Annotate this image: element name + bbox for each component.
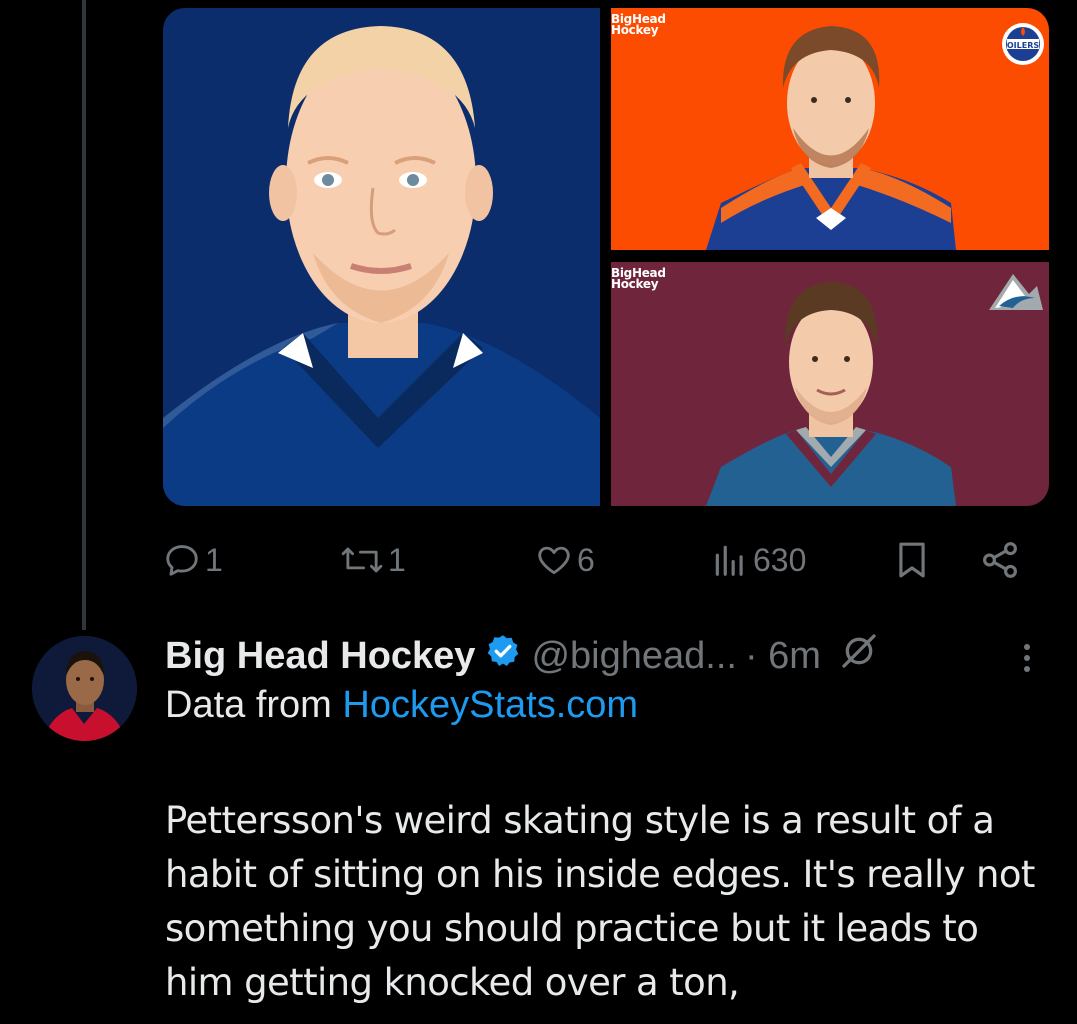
avalanche-logo-icon — [985, 268, 1045, 320]
repost-button[interactable]: 1 — [340, 532, 406, 588]
repost-count: 1 — [388, 541, 406, 578]
author-name[interactable]: Big Head Hockey — [165, 635, 475, 678]
more-options-button[interactable] — [1012, 636, 1042, 680]
bookmark-icon — [893, 539, 931, 581]
hockeystats-link[interactable]: HockeyStats.com — [342, 684, 638, 726]
like-count: 6 — [577, 541, 595, 578]
svg-text:OILERS: OILERS — [1007, 41, 1040, 50]
bighead-hockey-watermark: BigHead Hockey — [611, 12, 666, 37]
tweet-action-bar: 1 1 6 630 — [163, 532, 1033, 588]
media-image-left[interactable] — [163, 8, 600, 506]
views-icon — [711, 541, 749, 579]
media-image-top-right[interactable]: BigHead Hockey OILERS — [611, 8, 1049, 250]
tweet-body: Pettersson's weird skating style is a re… — [165, 799, 1035, 1004]
subline-prefix: Data from — [165, 684, 343, 726]
more-dot-icon — [1024, 644, 1030, 650]
repost-icon — [340, 541, 384, 579]
oilers-logo-icon: OILERS — [1001, 14, 1045, 70]
reply-count: 1 — [205, 541, 223, 578]
media-grid[interactable]: BigHead Hockey OILERS BigHead Hockey — [163, 8, 1049, 506]
heart-icon — [535, 541, 573, 579]
bighead-hockey-watermark: BigHead Hockey — [611, 266, 666, 291]
share-icon — [979, 539, 1021, 581]
views-count: 630 — [753, 541, 807, 578]
tweet-subline: Data from HockeyStats.com — [165, 684, 638, 727]
views-button[interactable]: 630 — [711, 532, 806, 588]
thread-connector-line — [82, 0, 86, 630]
share-button[interactable] — [979, 532, 1021, 588]
reply-icon — [163, 541, 201, 579]
like-button[interactable]: 6 — [535, 532, 595, 588]
tweet-header: Big Head Hockey @bighead... · 6m — [165, 628, 879, 684]
tweet-timestamp[interactable]: · 6m — [745, 635, 821, 678]
verified-badge-icon[interactable] — [485, 633, 521, 679]
author-handle[interactable]: @bighead... — [531, 635, 737, 678]
media-image-bottom-right[interactable]: BigHead Hockey — [611, 262, 1049, 506]
reply-button[interactable]: 1 — [163, 532, 223, 588]
bookmark-button[interactable] — [893, 532, 931, 588]
muted-conversation-icon — [839, 631, 879, 681]
more-dot-icon — [1024, 655, 1030, 661]
more-dot-icon — [1024, 666, 1030, 672]
author-avatar[interactable] — [32, 636, 137, 741]
